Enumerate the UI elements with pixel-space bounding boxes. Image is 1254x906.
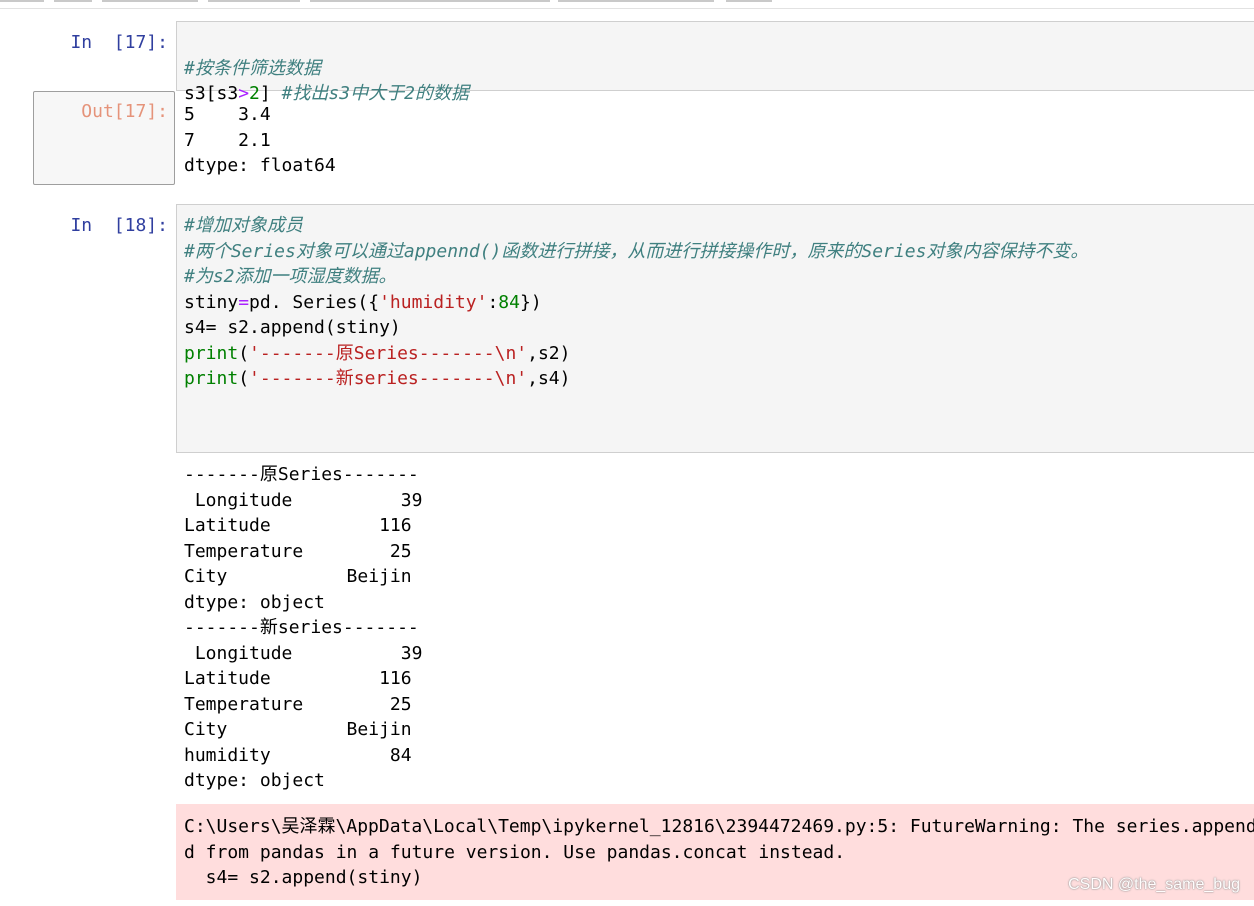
cell-output: 5 3.4 7 2.1 dtype: float64: [184, 102, 336, 179]
watermark: CSDN @the_same_bug: [1068, 876, 1240, 893]
output-line: 7 2.1: [184, 129, 271, 151]
output-prompt: Out[17]:: [81, 101, 168, 122]
code-comment: #两个Series对象可以通过appennd()函数进行拼接，从而进行拼接操作时…: [184, 240, 1089, 262]
toolbar-strip: [0, 0, 1254, 9]
output-line: Longitude 39: [184, 642, 423, 664]
code-text: stiny: [184, 291, 239, 313]
code-number: 2: [249, 83, 260, 104]
warning-line: d from pandas in a future version. Use p…: [184, 841, 846, 863]
input-prompt: In [18]:: [70, 215, 168, 236]
warning-line: s4= s2.append(stiny): [184, 867, 423, 888]
code-string: 'humidity': [379, 291, 488, 313]
output-line: Latitude 116: [184, 515, 412, 536]
code-comment: #增加对象成员: [184, 215, 303, 236]
code-text: (: [238, 368, 250, 389]
cell-output: -------原Series------- Longitude 39 Latit…: [184, 462, 422, 794]
code-editor[interactable]: #按条件筛选数据 s3[s3>2] #找出s3中大于2的数据: [184, 30, 469, 107]
code-comment: #按条件筛选数据: [184, 57, 321, 79]
output-line: City Beijin: [184, 566, 412, 587]
toolbar-tab[interactable]: [208, 0, 300, 2]
toolbar-tab[interactable]: [0, 0, 44, 2]
code-text: :: [487, 291, 499, 313]
code-text: }): [519, 291, 542, 313]
code-operator: =: [238, 291, 250, 313]
output-line: Temperature 25: [184, 540, 412, 562]
code-text: ,s4): [527, 368, 571, 389]
toolbar-tab[interactable]: [558, 0, 714, 2]
code-text: pd. Series({: [249, 291, 380, 313]
code-editor[interactable]: #增加对象成员 #两个Series对象可以通过appennd()函数进行拼接，从…: [184, 213, 1088, 392]
code-builtin: print: [184, 342, 239, 364]
output-line: dtype: float64: [184, 155, 336, 176]
output-line: Latitude 116: [184, 668, 412, 689]
output-line: City Beijin: [184, 719, 412, 740]
output-line: 5 3.4: [184, 104, 271, 125]
input-prompt: In [17]:: [70, 32, 168, 53]
code-string: '-------新series-------\n': [249, 368, 528, 389]
code-text: s3[s3: [184, 83, 239, 104]
code-text: ]: [259, 83, 282, 104]
toolbar-tab[interactable]: [726, 0, 772, 2]
toolbar-tab[interactable]: [310, 0, 550, 2]
code-text: (: [238, 342, 250, 364]
warning-line: C:\Users\吴泽霖\AppData\Local\Temp\ipykerne…: [184, 816, 1254, 837]
code-operator: >: [238, 83, 250, 104]
toolbar-tab[interactable]: [102, 0, 198, 2]
code-number: 84: [498, 291, 520, 313]
output-line: dtype: object: [184, 770, 325, 791]
code-text: s4= s2.append(stiny): [184, 317, 401, 338]
output-line: Temperature 25: [184, 693, 412, 715]
code-comment: #为s2添加一项湿度数据。: [184, 266, 397, 287]
code-builtin: print: [184, 368, 239, 389]
toolbar-tab[interactable]: [54, 0, 92, 2]
code-text: ,s2): [527, 342, 571, 364]
code-string: '-------原Series-------\n': [249, 342, 528, 364]
output-line: humidity 84: [184, 744, 412, 766]
output-line: Longitude 39: [184, 489, 423, 511]
output-line: -------新series-------: [184, 617, 419, 638]
output-line: dtype: object: [184, 591, 325, 613]
output-line: -------原Series-------: [184, 464, 419, 485]
code-comment: #找出s3中大于2的数据: [281, 83, 469, 104]
